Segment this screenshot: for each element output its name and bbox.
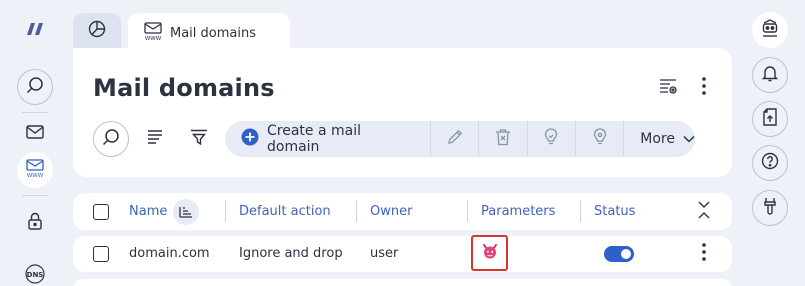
page-header-card	[73, 48, 732, 177]
collapse-chevrons-icon	[698, 200, 710, 224]
bell-icon	[761, 64, 779, 86]
help-button[interactable]	[752, 145, 788, 181]
robot-icon	[760, 18, 780, 42]
chevron-down-icon	[683, 131, 695, 147]
column-divider	[467, 200, 468, 222]
dns-nav-button[interactable]: DNS	[17, 258, 53, 286]
page-menu-button[interactable]	[692, 76, 716, 100]
kebab-menu-icon	[702, 243, 706, 265]
app-logo-icon[interactable]	[26, 22, 46, 38]
column-header-parameters[interactable]: Parameters	[481, 204, 555, 219]
trash-icon	[495, 128, 511, 150]
more-button-label: More	[640, 131, 675, 147]
filter-button[interactable]	[181, 121, 217, 157]
list-settings-icon	[658, 77, 678, 99]
sort-button[interactable]	[137, 121, 173, 157]
table-row[interactable]	[73, 279, 732, 286]
global-search-button[interactable]	[17, 69, 53, 105]
cell-default-action: Ignore and drop	[239, 246, 343, 261]
column-header-owner[interactable]: Owner	[370, 204, 412, 219]
row-menu-button[interactable]	[692, 243, 716, 265]
lock-icon	[27, 212, 43, 234]
collapse-all-button[interactable]	[696, 201, 712, 223]
wrench-icon	[763, 197, 777, 219]
file-upload-icon	[762, 108, 778, 130]
file-transfer-button[interactable]	[752, 101, 788, 137]
status-toggle[interactable]	[604, 246, 634, 262]
filter-icon	[190, 129, 208, 149]
tab-mail-domains[interactable]: WWW Mail domains	[128, 13, 290, 53]
sort-indicator-button[interactable]	[173, 199, 199, 225]
table-settings-button[interactable]	[656, 76, 680, 100]
column-header-status[interactable]: Status	[594, 204, 635, 219]
cell-owner: user	[370, 246, 399, 261]
notifications-button[interactable]	[752, 57, 788, 93]
tab-label: Mail domains	[170, 25, 256, 41]
security-nav-button[interactable]	[17, 205, 53, 241]
rail-divider	[22, 112, 48, 113]
table-search-button[interactable]	[93, 121, 129, 157]
help-icon	[761, 152, 779, 174]
pencil-icon	[446, 128, 464, 150]
dns-icon: DNS	[24, 263, 46, 286]
sort-ascending-icon	[179, 203, 193, 222]
column-header-name[interactable]: Name	[129, 204, 167, 219]
search-icon	[102, 128, 120, 150]
mail-domains-nav-button[interactable]: WWW	[17, 152, 53, 188]
create-button-label: Create a mail domain	[267, 123, 361, 155]
antispam-devil-icon	[481, 242, 499, 264]
tab-dashboard[interactable]	[73, 13, 121, 49]
column-divider	[225, 200, 226, 222]
delete-button[interactable]	[479, 121, 528, 157]
enable-button[interactable]	[528, 121, 576, 157]
page-title: Mail domains	[93, 74, 275, 102]
search-icon	[26, 76, 44, 98]
svg-text:WWW: WWW	[145, 36, 162, 41]
mail-icon	[26, 124, 44, 143]
mail-nav-button[interactable]	[17, 115, 53, 151]
antispam-parameter-button[interactable]	[471, 235, 508, 271]
lightbulb-off-icon	[592, 128, 608, 150]
row-checkbox[interactable]	[93, 246, 109, 262]
cell-name[interactable]: domain.com	[129, 246, 210, 261]
more-button[interactable]: More	[624, 121, 695, 157]
column-divider	[356, 200, 357, 222]
sort-lines-icon	[147, 129, 163, 149]
disable-button[interactable]	[576, 121, 625, 157]
rail-divider	[22, 195, 48, 196]
dns-label: DNS	[27, 271, 44, 279]
create-mail-domain-button[interactable]: Create a mail domain	[225, 121, 432, 157]
dashboard-icon	[88, 20, 106, 42]
action-bar: Create a mail domain More	[225, 121, 695, 157]
kebab-menu-icon	[702, 77, 706, 99]
plus-circle-icon	[241, 128, 259, 150]
tools-button[interactable]	[752, 190, 788, 226]
lightbulb-on-icon	[543, 128, 559, 150]
column-divider	[580, 200, 581, 222]
mail-domain-icon: WWW	[25, 158, 45, 182]
column-header-default-action[interactable]: Default action	[239, 204, 331, 219]
edit-button[interactable]	[431, 121, 480, 157]
svg-text:WWW: WWW	[27, 173, 44, 178]
select-all-checkbox[interactable]	[93, 204, 109, 220]
mail-domain-icon: WWW	[144, 21, 162, 45]
assistant-button[interactable]	[752, 12, 788, 48]
